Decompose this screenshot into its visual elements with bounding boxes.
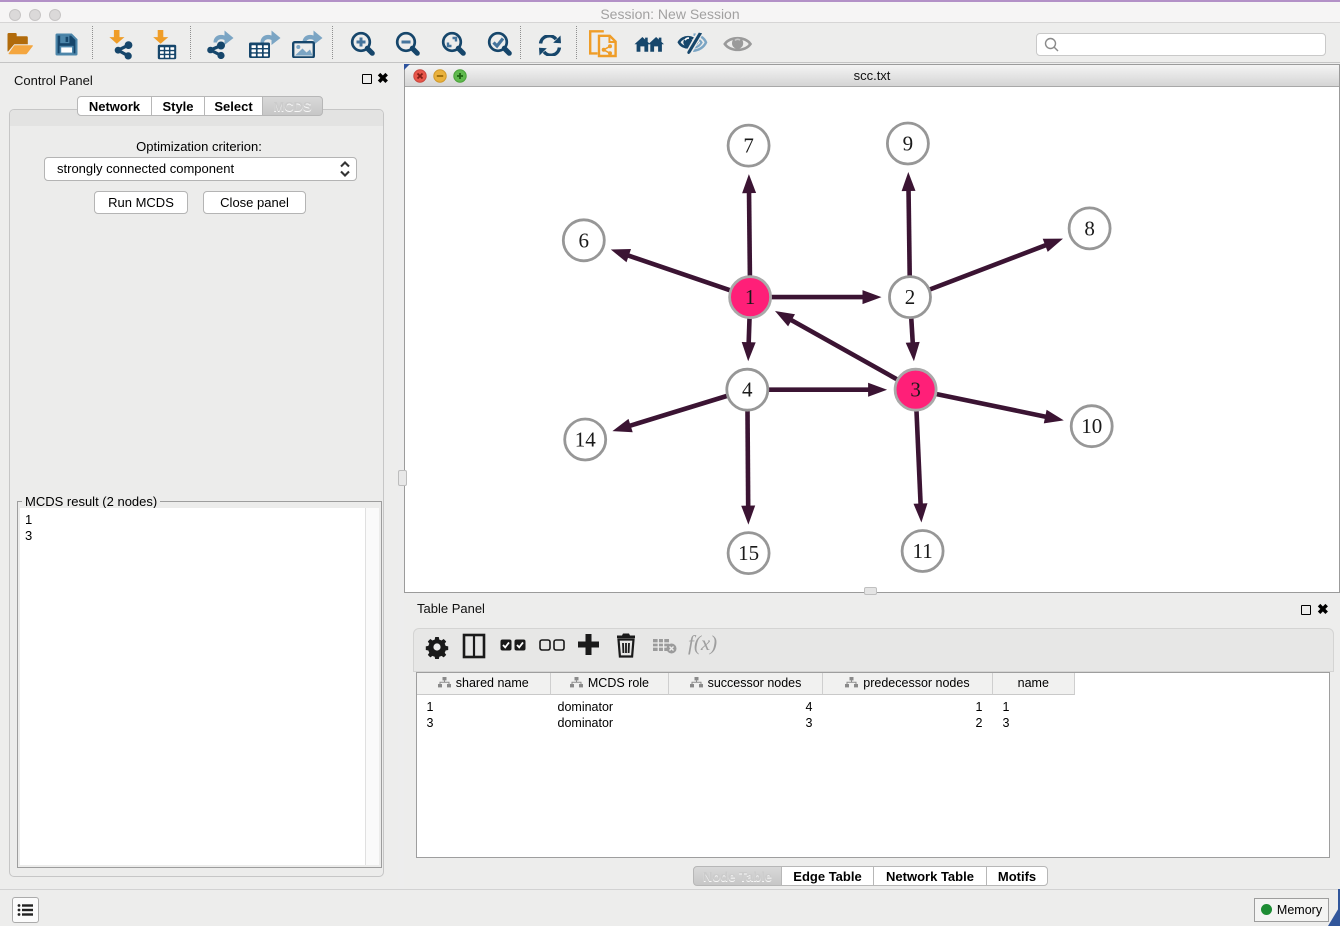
svg-text:9: 9 (903, 132, 914, 156)
svg-text:3: 3 (910, 378, 921, 402)
svg-text:11: 11 (912, 539, 932, 563)
svg-text:10: 10 (1081, 414, 1102, 438)
svg-text:6: 6 (579, 228, 590, 252)
svg-text:1: 1 (745, 285, 756, 309)
svg-text:14: 14 (575, 428, 597, 452)
svg-text:2: 2 (905, 285, 916, 309)
svg-text:7: 7 (743, 134, 754, 158)
svg-text:4: 4 (742, 378, 753, 402)
svg-text:15: 15 (738, 541, 759, 565)
svg-text:8: 8 (1084, 216, 1095, 240)
